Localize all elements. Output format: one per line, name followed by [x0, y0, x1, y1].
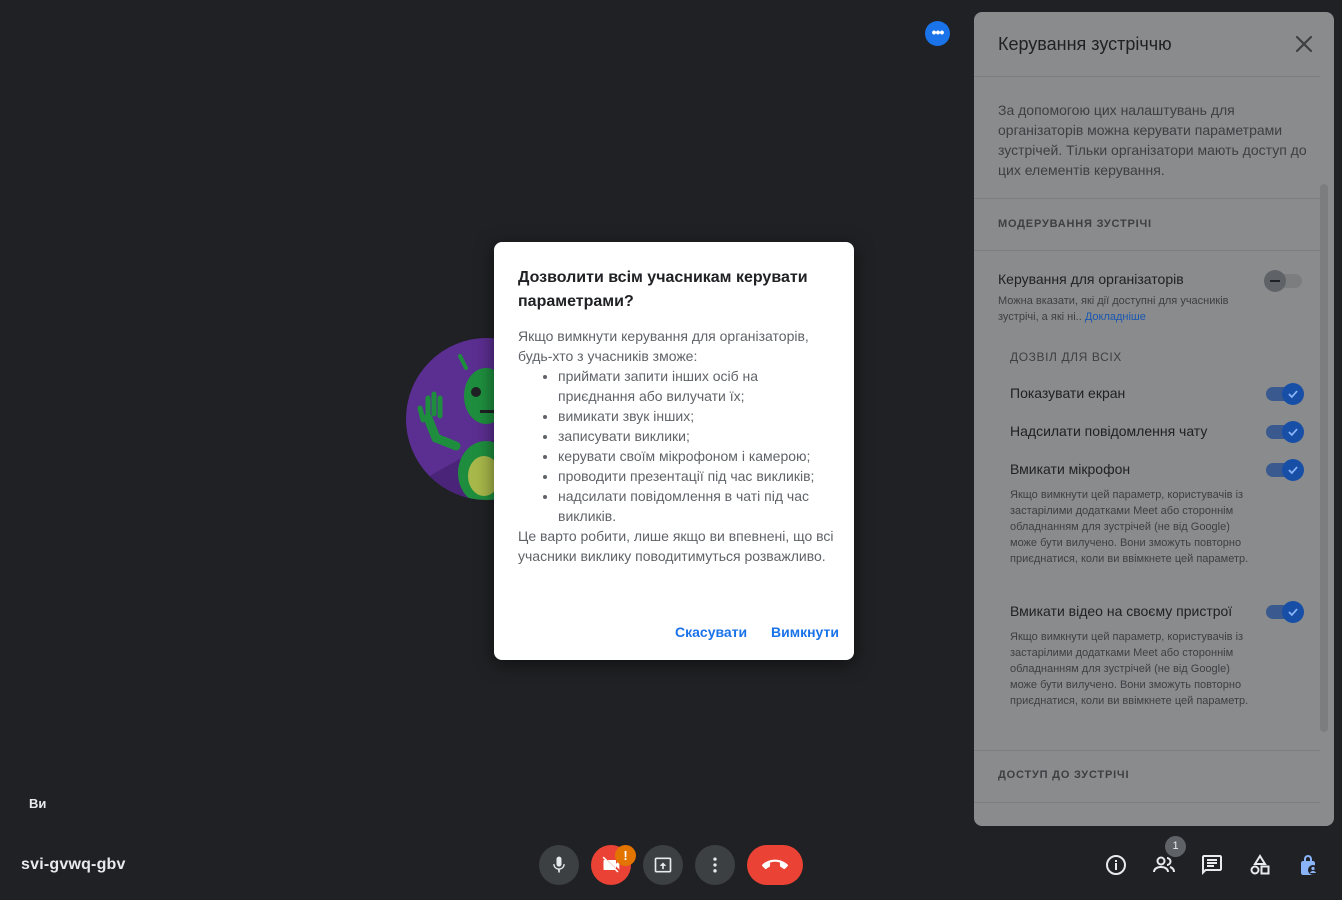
setting-share-screen-label: Показувати екран [1010, 385, 1126, 401]
chat-button[interactable] [1198, 851, 1226, 879]
turn-off-button[interactable]: Вимкнути [771, 624, 839, 640]
host-controls-button[interactable] [1294, 851, 1322, 879]
people-count-badge: 1 [1165, 836, 1186, 857]
host-controls-toggle[interactable] [1264, 270, 1302, 292]
setting-video-toggle[interactable] [1266, 601, 1304, 623]
list-item: приймати запити інших осіб на приєднання… [558, 366, 834, 406]
check-icon [1288, 390, 1298, 399]
close-icon[interactable] [1292, 32, 1316, 56]
setting-share-screen-toggle[interactable] [1266, 383, 1304, 405]
phone-hangup-icon [762, 859, 788, 870]
section-moderation: МОДЕРУВАННЯ ЗУСТРІЧІ [998, 218, 1152, 230]
camera-warning-badge: ! [615, 845, 636, 866]
info-icon [1106, 855, 1126, 875]
allow-all-heading: ДОЗВІЛ ДЛЯ ВСІХ [1010, 350, 1122, 364]
setting-mic-label: Вмикати мікрофон [1010, 461, 1131, 477]
setting-chat-label: Надсилати повідомлення чату [1010, 423, 1208, 439]
dialog-title: Дозволити всім учасникам керувати параме… [518, 269, 808, 310]
self-tile-label: Ви [29, 796, 47, 811]
present-screen-button[interactable] [643, 845, 683, 885]
setting-mic-toggle[interactable] [1266, 459, 1304, 481]
present-screen-icon [654, 857, 672, 873]
section-access: ДОСТУП ДО ЗУСТРІЧІ [998, 769, 1130, 781]
host-controls-desc: Можна вказати, які дії доступні для учас… [998, 295, 1229, 323]
check-icon [1288, 608, 1298, 617]
list-item: записувати виклики; [558, 426, 834, 446]
activities-button[interactable] [1246, 851, 1274, 879]
learn-more-link[interactable]: Докладніше [1085, 311, 1146, 323]
panel-scrollbar[interactable] [1320, 184, 1328, 732]
meeting-details-button[interactable] [1102, 851, 1130, 879]
list-item: проводити презентації під час викликів; [558, 466, 834, 486]
dialog-body: Якщо вимкнути керування для організаторі… [518, 326, 834, 566]
more-vert-icon [713, 857, 717, 873]
cancel-button[interactable]: Скасувати [675, 624, 747, 640]
list-item: надсилати повідомлення в чаті під час ви… [558, 486, 834, 526]
list-item: керувати своїм мікрофоном і камерою; [558, 446, 834, 466]
dialog-intro: Якщо вимкнути керування для організаторі… [518, 328, 809, 364]
setting-video-desc: Якщо вимкнути цей параметр, користувачів… [1010, 631, 1249, 707]
check-icon [1288, 428, 1298, 437]
more-actions-button[interactable] [695, 845, 735, 885]
setting-chat-toggle[interactable] [1266, 421, 1304, 443]
lock-person-icon [1301, 855, 1318, 875]
panel-intro: За допомогою цих налаштувань для організ… [998, 102, 1307, 178]
meeting-code: svi-gvwq-gbv [21, 856, 126, 873]
confirm-dialog: Дозволити всім учасникам керувати параме… [494, 242, 854, 660]
host-controls-panel: Керування зустріччю За допомогою цих нал… [974, 12, 1334, 826]
setting-video-label: Вмикати відео на своєму пристрої [1010, 603, 1233, 619]
dialog-outro: Це варто робити, лише якщо ви впевнені, … [518, 528, 834, 564]
panel-title: Керування зустріччю [998, 34, 1172, 54]
dialog-list: приймати запити інших осіб на приєднання… [558, 366, 834, 526]
host-controls-title: Керування для організаторів [998, 271, 1184, 287]
chat-icon [1202, 855, 1222, 875]
microphone-icon [553, 856, 565, 873]
check-icon [1288, 466, 1298, 475]
microphone-button[interactable] [539, 845, 579, 885]
shapes-icon [1250, 854, 1270, 875]
list-item: вимикати звук інших; [558, 406, 834, 426]
more-options-icon[interactable]: ••• [925, 21, 950, 46]
hang-up-button[interactable] [747, 845, 803, 885]
setting-mic-desc: Якщо вимкнути цей параметр, користувачів… [1010, 489, 1249, 565]
